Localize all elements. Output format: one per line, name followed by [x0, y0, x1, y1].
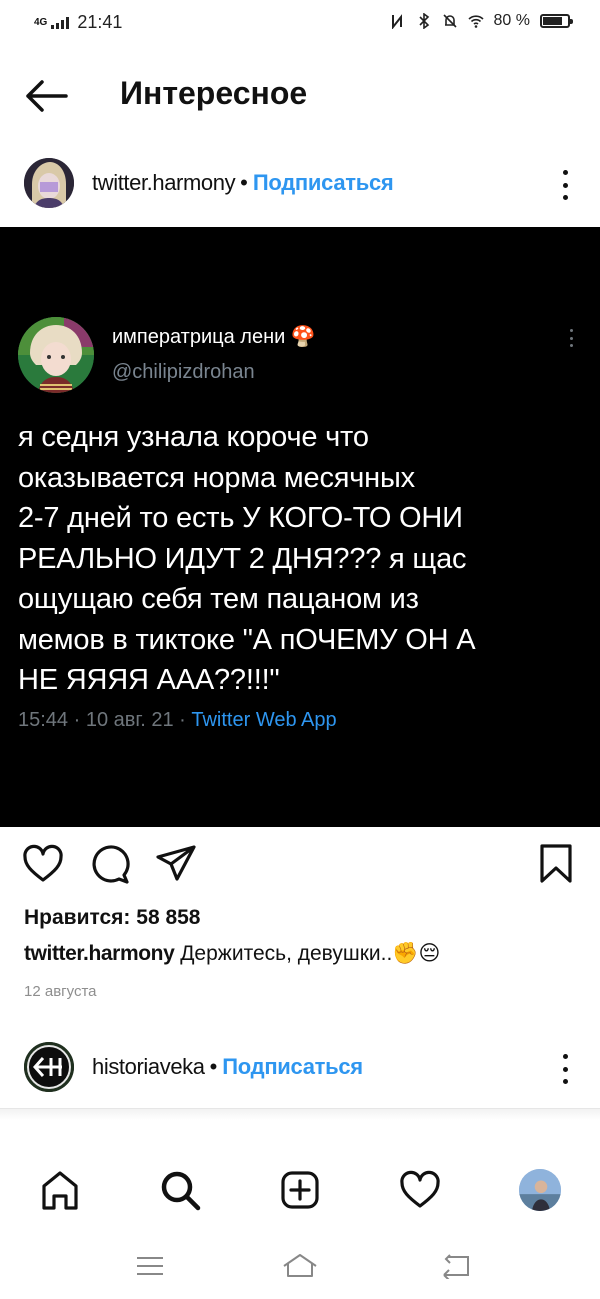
home-outline-icon	[283, 1254, 317, 1277]
nav-activity[interactable]	[392, 1162, 448, 1218]
new-post-icon	[281, 1171, 319, 1209]
post-date: 12 августа	[24, 983, 97, 1000]
bluetooth-icon	[418, 13, 429, 29]
profile-avatar	[519, 1169, 561, 1211]
activity-heart-icon	[400, 1170, 440, 1208]
next-post-more-button[interactable]	[560, 1054, 570, 1084]
home-system-button[interactable]	[280, 1246, 320, 1286]
tweet-text: я седня узнала короче что оказывается но…	[18, 421, 476, 696]
bookmark-icon	[540, 844, 572, 883]
battery-icon	[540, 14, 573, 28]
post-actions	[0, 842, 600, 892]
nav-profile[interactable]	[512, 1162, 568, 1218]
historiaveka-logo-icon	[24, 1042, 74, 1092]
status-bar: 4G 21:41 80 %	[0, 0, 600, 48]
likes-count[interactable]: Нравится: 58 858	[24, 906, 201, 930]
post-header-line: twitter.harmony • Подписаться	[92, 170, 394, 196]
separator-dot: •	[240, 170, 248, 195]
comment-icon	[92, 845, 130, 884]
back-return-icon	[443, 1254, 469, 1279]
like-button[interactable]	[21, 842, 65, 886]
battery-fill	[543, 17, 563, 25]
caption-username[interactable]: twitter.harmony	[24, 942, 175, 965]
comment-button[interactable]	[88, 842, 132, 886]
tweet-avatar-image	[18, 317, 94, 393]
tweet-source: Twitter Web App	[191, 709, 337, 731]
feed-divider	[0, 1108, 600, 1120]
next-post-header-line: historiaveka • Подписаться	[92, 1054, 363, 1080]
save-button[interactable]	[534, 842, 578, 886]
back-system-button[interactable]	[436, 1246, 476, 1286]
user-avatar[interactable]	[24, 158, 74, 208]
page-title: Интересное	[120, 75, 308, 111]
more-options-button[interactable]	[560, 170, 570, 200]
tweet-more-icon	[570, 329, 574, 347]
nav-home[interactable]	[32, 1162, 88, 1218]
post-image[interactable]: императрица лени 🍄 @chilipizdrohan я сед…	[0, 227, 600, 827]
nav-search[interactable]	[152, 1162, 208, 1218]
back-button[interactable]	[22, 78, 70, 114]
next-post-follow-button[interactable]: Подписаться	[222, 1054, 363, 1080]
battery-percent: 80 %	[493, 12, 530, 29]
status-right: 80 %	[390, 12, 573, 30]
heart-icon	[23, 844, 63, 882]
wifi-icon	[467, 15, 484, 28]
send-icon	[156, 845, 196, 881]
menu-lines-icon	[137, 1257, 163, 1275]
search-icon	[161, 1171, 201, 1211]
status-left: 4G 21:41	[34, 12, 122, 33]
caption-text: Держитесь, девушки..✊😔	[174, 942, 441, 965]
separator-dot: •	[209, 1054, 218, 1079]
tweet-timestamp: 15:44 · 10 авг. 21 ·	[18, 709, 192, 731]
signal-icon	[51, 16, 70, 29]
arrow-left-icon	[26, 80, 68, 112]
home-icon	[42, 1171, 78, 1210]
post-caption: twitter.harmony Держитесь, девушки..✊😔	[24, 941, 440, 966]
next-post-header: historiaveka • Подписаться	[0, 1036, 600, 1102]
nfc-icon	[391, 14, 402, 29]
share-button[interactable]	[154, 842, 198, 886]
mute-bell-icon	[442, 14, 457, 28]
tweet-author-avatar	[18, 317, 94, 393]
system-navigation-bar	[0, 1236, 600, 1299]
next-post-username[interactable]: historiaveka	[92, 1054, 205, 1080]
profile-avatar-image	[519, 1169, 561, 1211]
page-header: Интересное	[0, 60, 600, 132]
post-username[interactable]: twitter.harmony	[92, 170, 236, 196]
tweet-author-name: императрица лени 🍄	[112, 326, 316, 348]
post-header: twitter.harmony • Подписаться	[0, 150, 600, 220]
next-post-avatar[interactable]	[24, 1042, 74, 1092]
network-type: 4G	[34, 16, 48, 28]
status-time: 21:41	[77, 12, 123, 32]
tweet-author-handle: @chilipizdrohan	[112, 361, 255, 383]
bottom-navigation	[0, 1150, 600, 1230]
follow-button[interactable]: Подписаться	[253, 170, 394, 196]
avatar-image	[24, 158, 74, 208]
tweet-meta: 15:44 · 10 авг. 21 · Twitter Web App	[18, 709, 337, 732]
nav-new-post[interactable]	[272, 1162, 328, 1218]
recent-apps-button[interactable]	[130, 1246, 170, 1286]
